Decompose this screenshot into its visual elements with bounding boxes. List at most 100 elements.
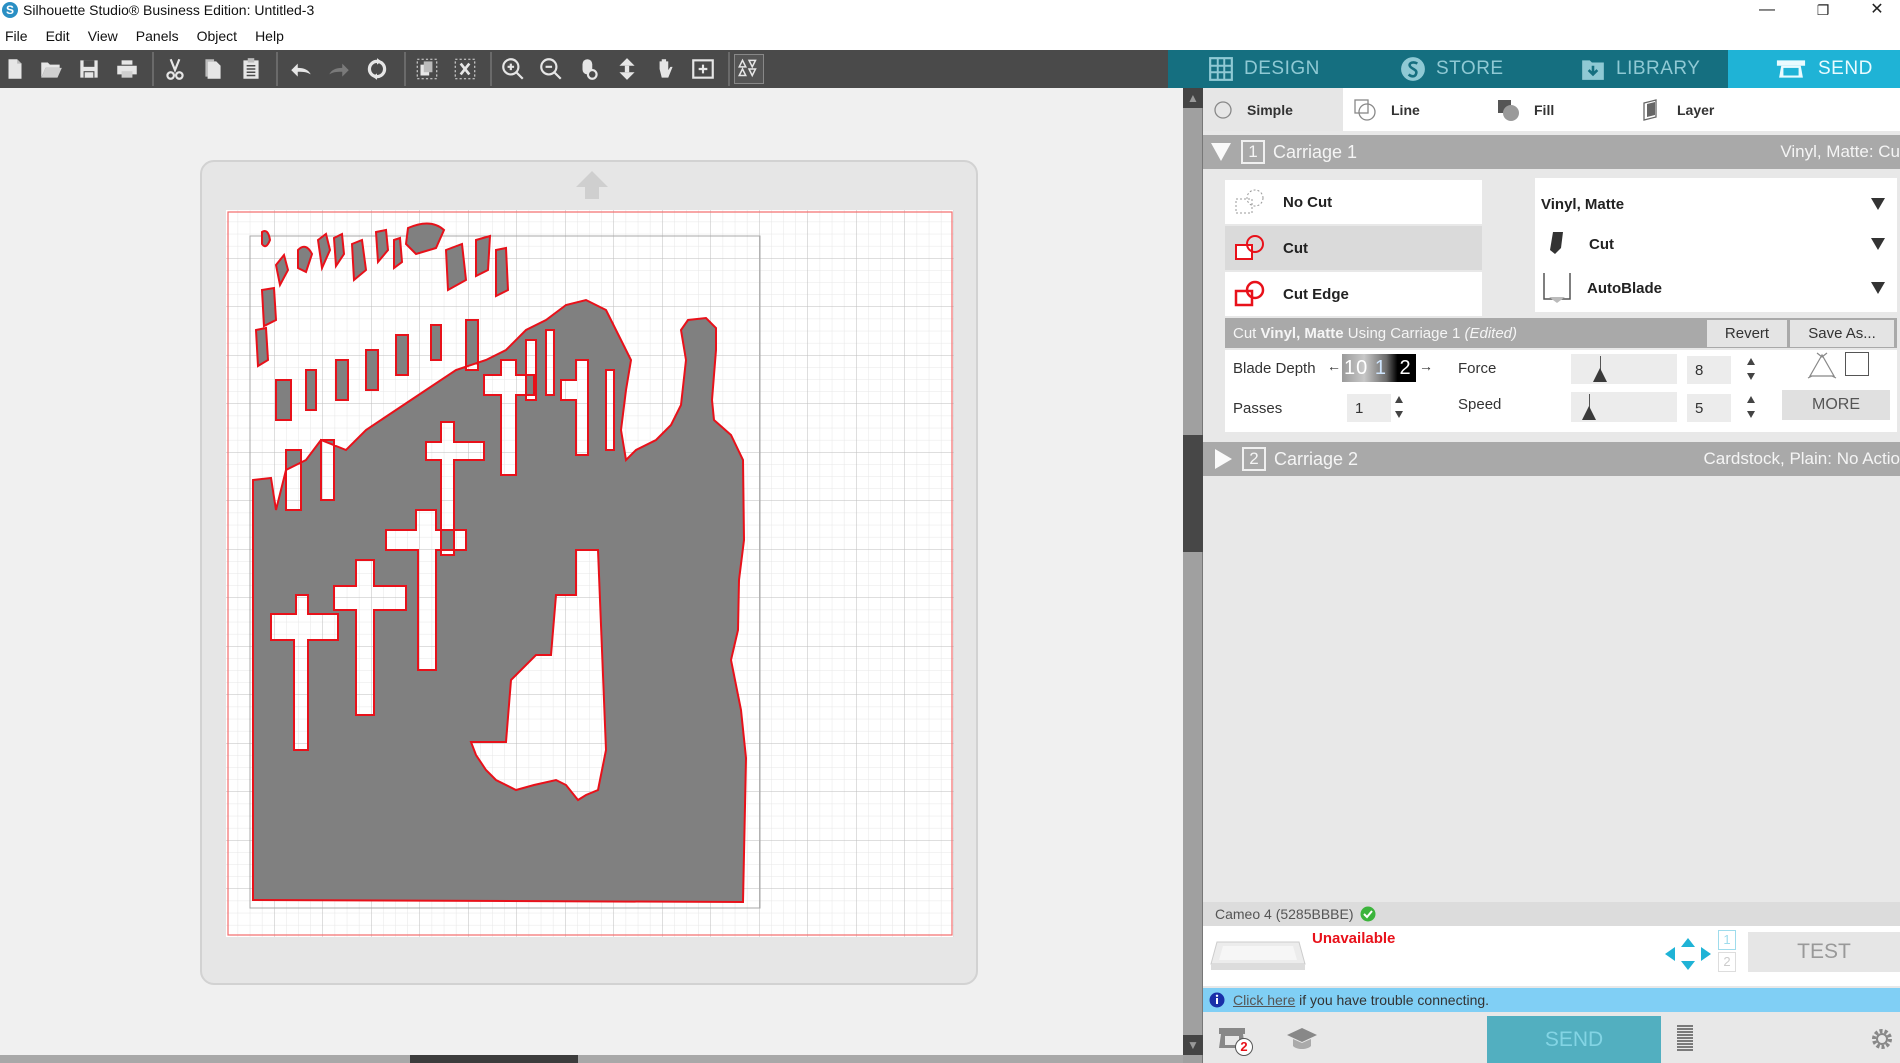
blade-depth-dial[interactable]: 10 1 2 bbox=[1342, 354, 1416, 382]
tab-store[interactable]: STORE bbox=[1400, 50, 1550, 88]
undo-icon[interactable] bbox=[286, 54, 316, 84]
group-icon[interactable] bbox=[412, 54, 442, 84]
minimize-button[interactable]: — bbox=[1744, 0, 1790, 22]
device-bar[interactable]: Cameo 4 (5285BBBE) bbox=[1203, 902, 1900, 926]
speed-slider[interactable] bbox=[1571, 392, 1677, 422]
mode-fill[interactable]: Fill bbox=[1486, 88, 1626, 131]
cut-option-no-cut[interactable]: No Cut bbox=[1225, 180, 1482, 224]
device-status: Unavailable bbox=[1312, 930, 1396, 947]
cameo-machine-icon bbox=[1210, 941, 1306, 970]
zoom-select-mouse-icon[interactable] bbox=[574, 54, 604, 84]
overcut-checkbox[interactable] bbox=[1845, 352, 1869, 376]
vertical-scrollbar[interactable]: ▲ ▼ bbox=[1183, 88, 1203, 1063]
move-blade-arrows-icon[interactable] bbox=[1663, 936, 1713, 972]
tab-library[interactable]: LIBRARY bbox=[1580, 50, 1730, 88]
test-button[interactable]: TEST bbox=[1748, 932, 1900, 972]
dropdown-arrow-icon[interactable] bbox=[1871, 198, 1885, 210]
force-slider-knob[interactable] bbox=[1593, 368, 1607, 382]
settings-gear-icon[interactable] bbox=[1869, 1026, 1895, 1052]
revert-button[interactable]: Revert bbox=[1707, 320, 1787, 347]
radio-circle-icon bbox=[1214, 100, 1232, 119]
cut-scissors-icon[interactable] bbox=[160, 54, 190, 84]
copy-icon[interactable] bbox=[198, 54, 228, 84]
carriage-1-header[interactable]: 1 Carriage 1 Vinyl, Matte: Cu bbox=[1203, 135, 1900, 169]
tab-send[interactable]: SEND bbox=[1728, 50, 1900, 88]
info-bar: Click here if you have trouble connectin… bbox=[1203, 988, 1900, 1012]
close-button[interactable]: ✕ bbox=[1854, 0, 1900, 22]
connected-check-icon bbox=[1360, 906, 1376, 922]
zoom-out-icon[interactable] bbox=[536, 54, 566, 84]
restore-button[interactable]: ❐ bbox=[1800, 0, 1846, 22]
fit-to-page-arrows-icon[interactable] bbox=[612, 54, 642, 84]
dropdown-arrow-icon[interactable] bbox=[1871, 282, 1885, 294]
zoom-in-icon[interactable] bbox=[498, 54, 528, 84]
print-icon[interactable] bbox=[112, 54, 142, 84]
save-as-button[interactable]: Save As... bbox=[1790, 320, 1894, 347]
cut-area[interactable] bbox=[226, 210, 954, 937]
force-value-field[interactable]: 8 bbox=[1687, 356, 1731, 384]
mat-grid-and-design bbox=[226, 210, 954, 937]
mode-layer[interactable]: Layer bbox=[1629, 88, 1769, 131]
speed-slider-knob[interactable] bbox=[1582, 406, 1596, 420]
material-select[interactable]: Vinyl, Matte bbox=[1535, 184, 1897, 224]
blade-offset-triangle-icon[interactable] bbox=[1805, 352, 1839, 380]
toolbar-divider bbox=[276, 52, 278, 86]
passes-value-field[interactable]: 1 bbox=[1347, 394, 1391, 422]
menu-file[interactable]: File bbox=[0, 22, 33, 44]
menu-object[interactable]: Object bbox=[192, 22, 242, 44]
menu-panels[interactable]: Panels bbox=[131, 22, 184, 44]
carriage-2-select[interactable]: 2 bbox=[1718, 952, 1736, 972]
horizontal-scrollbar[interactable] bbox=[0, 1055, 1183, 1063]
menu-edit[interactable]: Edit bbox=[41, 22, 75, 44]
info-icon bbox=[1209, 992, 1225, 1008]
mode-simple[interactable]: Simple bbox=[1203, 88, 1343, 131]
send-queue-button[interactable]: 2 bbox=[1215, 1022, 1255, 1058]
tab-design[interactable]: DESIGN bbox=[1208, 50, 1358, 88]
force-slider[interactable] bbox=[1571, 354, 1677, 384]
carriage-number-badge: 1 bbox=[1241, 140, 1265, 164]
vertical-scroll-thumb[interactable] bbox=[1183, 435, 1203, 552]
design-canvas[interactable] bbox=[0, 88, 1183, 1055]
menu-help[interactable]: Help bbox=[250, 22, 289, 44]
cut-option-cut[interactable]: Cut bbox=[1225, 226, 1482, 270]
zoom-fit-box-icon[interactable] bbox=[688, 54, 718, 84]
tool-select[interactable]: AutoBlade bbox=[1535, 268, 1897, 308]
send-panel: Simple Line Fill Layer 1 Carriage 1 Viny… bbox=[1203, 88, 1900, 1063]
cut-edge-label: Cut Edge bbox=[1283, 285, 1349, 303]
paste-clipboard-icon[interactable] bbox=[236, 54, 266, 84]
carriage-1-select[interactable]: 1 bbox=[1718, 930, 1736, 950]
speed-value-field[interactable]: 5 bbox=[1687, 394, 1731, 422]
speed-spinner[interactable] bbox=[1745, 394, 1757, 420]
trouble-connecting-link[interactable]: Click here bbox=[1233, 992, 1295, 1008]
fill-page-toggle-icon[interactable] bbox=[734, 54, 764, 84]
mode-line[interactable]: Line bbox=[1343, 88, 1483, 131]
mode-layer-label: Layer bbox=[1677, 101, 1715, 118]
passes-spinner[interactable] bbox=[1393, 394, 1405, 420]
send-button[interactable]: SEND bbox=[1487, 1016, 1661, 1063]
collapse-triangle-icon[interactable] bbox=[1211, 143, 1231, 161]
scroll-up-button[interactable]: ▲ bbox=[1183, 88, 1203, 108]
scroll-down-button[interactable]: ▼ bbox=[1183, 1035, 1203, 1055]
new-document-icon[interactable] bbox=[0, 54, 30, 84]
more-button[interactable]: MORE bbox=[1782, 390, 1890, 420]
force-spinner[interactable] bbox=[1745, 356, 1757, 382]
action-select[interactable]: Cut bbox=[1535, 224, 1897, 264]
horizontal-scroll-thumb[interactable] bbox=[410, 1055, 578, 1063]
silhouette-s-icon bbox=[1401, 57, 1425, 81]
menu-bar: File Edit View Panels Object Help bbox=[0, 22, 1900, 50]
cut-option-cut-edge[interactable]: Cut Edge bbox=[1225, 272, 1482, 316]
redraw-refresh-icon[interactable] bbox=[362, 54, 392, 84]
tutorial-graduation-cap-icon[interactable] bbox=[1285, 1024, 1319, 1054]
carriage-2-header[interactable]: 2 Carriage 2 Cardstock, Plain: No Actio bbox=[1203, 442, 1900, 476]
expand-triangle-icon[interactable] bbox=[1215, 449, 1232, 469]
blade-depth-decrease-arrow[interactable]: ← bbox=[1327, 358, 1341, 374]
blade-depth-increase-arrow[interactable]: → bbox=[1419, 358, 1433, 374]
barcode-icon[interactable] bbox=[1675, 1024, 1695, 1054]
pan-hand-icon[interactable] bbox=[650, 54, 680, 84]
menu-view[interactable]: View bbox=[83, 22, 123, 44]
save-icon[interactable] bbox=[74, 54, 104, 84]
redo-icon[interactable] bbox=[324, 54, 354, 84]
dropdown-arrow-icon[interactable] bbox=[1871, 238, 1885, 250]
ungroup-icon[interactable] bbox=[450, 54, 480, 84]
open-folder-icon[interactable] bbox=[36, 54, 66, 84]
